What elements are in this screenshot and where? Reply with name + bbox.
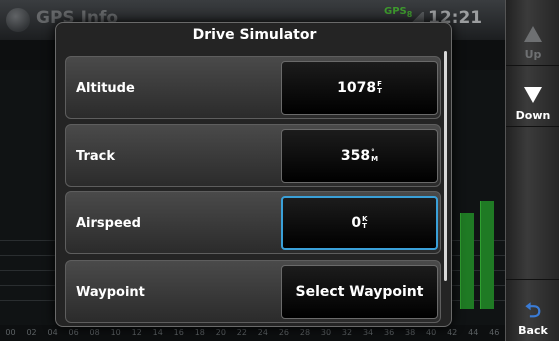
axis-tick-label: 40 <box>426 328 437 337</box>
axis-tick-label: 08 <box>89 328 100 337</box>
airspeed-unit: KT <box>362 216 367 230</box>
axis-tick-label: 32 <box>341 328 353 337</box>
satellite-signal-bar <box>460 213 474 309</box>
softkey-bar: Up Down ⮌ Back <box>505 0 559 341</box>
select-waypoint-button[interactable]: Select Waypoint <box>281 265 438 319</box>
waypoint-row: Waypoint Select Waypoint <box>65 260 441 323</box>
axis-tick-label: 02 <box>26 328 37 337</box>
axis-tick-label: 42 <box>447 328 458 337</box>
up-button[interactable]: Up <box>506 0 559 66</box>
axis-tick-label: 20 <box>215 328 226 337</box>
axis-tick-label: 36 <box>383 328 395 337</box>
axis-tick-label: 46 <box>489 328 500 337</box>
airspeed-label: Airspeed <box>76 216 141 231</box>
dialog-title: Drive Simulator <box>192 27 317 43</box>
gps-globe-icon <box>6 8 30 32</box>
back-arrow-icon: ⮌ <box>524 298 542 322</box>
altitude-row: Altitude 1078 FT <box>65 56 441 119</box>
axis-tick-label: 34 <box>362 328 374 337</box>
drive-simulator-dialog: Drive Simulator Altitude 1078 FT Track 3… <box>55 22 452 327</box>
satellite-id-axis: 00 02 04 06 08 10 12 14 16 18 20 22 24 26 28 30 32 34 36 38… <box>0 325 505 341</box>
waypoint-label: Waypoint <box>76 285 145 300</box>
track-value-button[interactable]: 358 ° M <box>281 129 438 183</box>
up-arrow-icon <box>524 26 542 42</box>
gps-status-label: GPS <box>384 6 407 17</box>
unit-bottom: T <box>362 222 367 230</box>
airspeed-value-button[interactable]: 0 KT <box>281 196 438 250</box>
track-unit: ° M <box>371 149 378 163</box>
dialog-scrollbar[interactable] <box>444 51 447 281</box>
axis-tick-label: 14 <box>152 328 163 337</box>
blank-softkey <box>506 128 559 280</box>
axis-tick-label: 38 <box>405 328 416 337</box>
satellite-signal-bar <box>480 201 494 309</box>
select-waypoint-label: Select Waypoint <box>295 284 424 300</box>
axis-tick-label: 00 <box>5 328 16 337</box>
down-label: Down <box>515 109 551 122</box>
track-value: 358 <box>340 148 371 164</box>
axis-tick-label: 24 <box>257 328 268 337</box>
axis-tick-label: 10 <box>110 328 121 337</box>
axis-tick-label: 06 <box>68 328 79 337</box>
axis-tick-label: 12 <box>131 328 142 337</box>
altitude-value: 1078 <box>337 80 377 96</box>
axis-tick-label: 44 <box>468 328 479 337</box>
track-label: Track <box>76 149 115 164</box>
back-button[interactable]: ⮌ Back <box>506 281 559 341</box>
unit-bottom: M <box>371 155 379 163</box>
axis-tick-label: 22 <box>236 328 247 337</box>
axis-tick-label: 28 <box>299 328 311 337</box>
axis-tick-label: 26 <box>278 328 290 337</box>
airspeed-value: 0 <box>351 215 362 231</box>
altitude-value-button[interactable]: 1078 FT <box>281 61 438 115</box>
axis-tick-label: 16 <box>173 328 184 337</box>
altitude-unit: FT <box>377 81 382 95</box>
axis-tick-label: 30 <box>320 328 332 337</box>
track-row: Track 358 ° M <box>65 124 441 187</box>
airspeed-row: Airspeed 0 KT <box>65 191 441 254</box>
up-label: Up <box>524 48 542 61</box>
unit-bottom: T <box>377 87 382 95</box>
down-arrow-icon <box>524 87 542 103</box>
back-label: Back <box>518 324 548 337</box>
axis-tick-label: 18 <box>194 328 205 337</box>
altitude-label: Altitude <box>76 81 135 96</box>
axis-tick-label: 04 <box>47 328 58 337</box>
down-button[interactable]: Down <box>506 67 559 127</box>
